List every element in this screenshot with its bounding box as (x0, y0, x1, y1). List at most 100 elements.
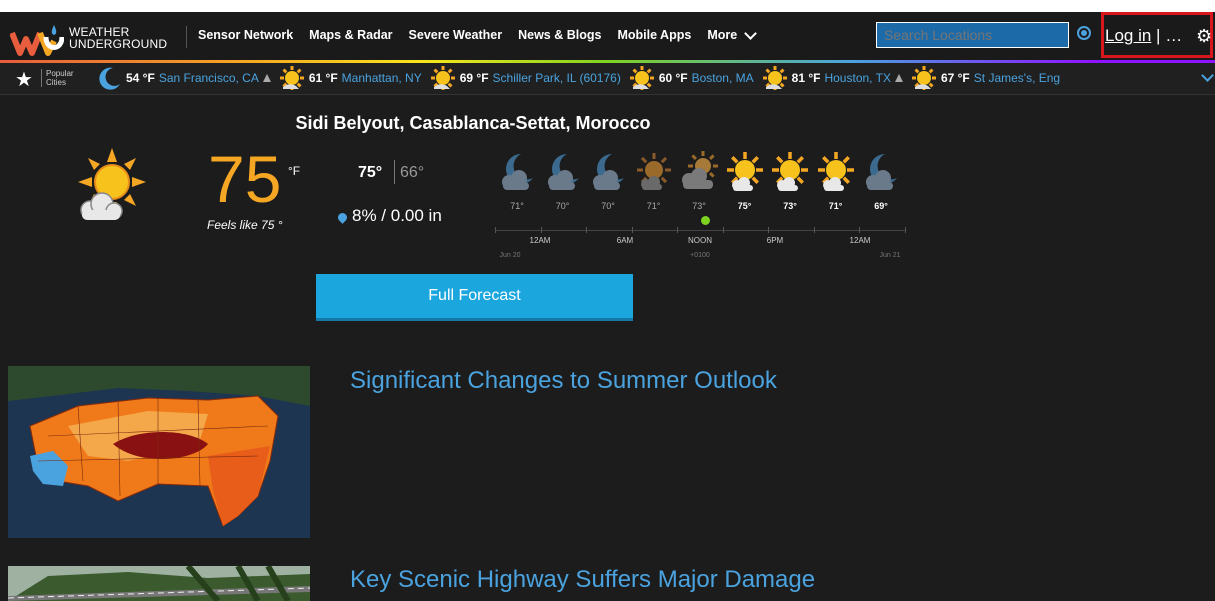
top-strip (0, 0, 1215, 12)
popular-label-line2: Cities (46, 78, 67, 87)
temperature-unit: °F (288, 164, 301, 178)
city-temp: 81 °F (791, 71, 821, 85)
account-separator: | … (1151, 26, 1183, 45)
partly-cloudy-sun-icon (78, 148, 146, 220)
locate-icon[interactable] (1077, 26, 1091, 40)
feels-like: Feels like 75 ° (207, 218, 283, 232)
city-item[interactable]: 69 °F Schiller Park, IL (60176) (430, 65, 621, 91)
main-nav: Sensor Network Maps & Radar Severe Weath… (198, 26, 771, 42)
timeline-tick (495, 227, 496, 233)
hour-temperature: 75° (737, 201, 752, 211)
sun-icon (762, 66, 787, 90)
city-name[interactable]: Schiller Park, IL (60176) (493, 71, 621, 85)
triangle-icon (262, 74, 271, 82)
city-item[interactable]: 54 °F San Francisco, CA (96, 65, 271, 91)
full-forecast-button[interactable]: Full Forecast (316, 274, 633, 318)
sun-dim-icon (636, 153, 671, 190)
location-title: Sidi Belyout, Casablanca-Settat, Morocco (295, 113, 651, 133)
gear-icon[interactable]: ⚙ (1196, 26, 1212, 47)
nav-more-menu[interactable]: More (707, 26, 758, 42)
city-list: 54 °F San Francisco, CA 61 °F Manhattan, NY… (96, 65, 1068, 91)
city-temp: 54 °F (126, 71, 155, 85)
city-item[interactable]: 81 °F Houston, TX (762, 65, 903, 91)
timeline-tick (540, 227, 542, 233)
sun-icon (726, 152, 763, 191)
sun-icon (772, 152, 808, 191)
timeline-tick (722, 227, 724, 233)
moon-cloud-icon (593, 154, 624, 190)
city-temp: 61 °F (308, 71, 338, 85)
sun-icon (911, 66, 936, 90)
city-name[interactable]: St James's, Eng (974, 71, 1060, 85)
chevron-down-icon[interactable] (1201, 69, 1214, 82)
city-name[interactable]: San Francisco, CA (159, 71, 259, 85)
time-label: NOON (688, 236, 712, 245)
hour-temperature: 69° (874, 201, 888, 211)
hour-temperature: 70° (555, 201, 570, 211)
sun-cloud-icon (682, 151, 718, 189)
header-divider (186, 26, 187, 48)
sun-icon (279, 66, 304, 90)
time-label: 6PM (766, 236, 784, 245)
sun-icon (430, 66, 455, 90)
article-title-summer-outlook[interactable]: Significant Changes to Summer Outlook (350, 367, 777, 395)
current-time-marker (701, 216, 710, 225)
hour-temperature: 73° (783, 201, 797, 211)
precipitation: 8% / 0.00 in (352, 206, 442, 225)
timeline-tick (631, 227, 633, 233)
date-label: Jun 21 (879, 252, 901, 259)
search-input[interactable] (876, 22, 1069, 48)
sun-icon (629, 66, 654, 90)
city-temp: 69 °F (459, 71, 489, 85)
city-item[interactable]: 67 °F St James's, Eng (911, 65, 1060, 91)
time-label: 6AM (616, 236, 634, 245)
account-links: Log in | … (1105, 26, 1182, 46)
article-image-highway[interactable] (8, 566, 310, 601)
timeline-axis (495, 230, 905, 231)
nav-maps-radar[interactable]: Maps & Radar (309, 28, 392, 42)
popular-cities-label: Popular Cities (41, 69, 74, 87)
city-name[interactable]: Boston, MA (692, 71, 754, 85)
popular-cities-bar: ★ Popular Cities 54 °F San Francisco, CA 6… (0, 63, 1215, 95)
timeline-tick (859, 227, 860, 233)
city-item[interactable]: 61 °F Manhattan, NY (279, 65, 422, 91)
hi-lo-divider (394, 160, 395, 184)
timeline-tick (677, 227, 678, 233)
low-temperature: 66° (400, 164, 425, 181)
city-item[interactable]: 60 °F Boston, MA (629, 65, 754, 91)
raindrop-icon (336, 211, 349, 224)
date-label: +0100 (690, 252, 710, 259)
date-label: Jun 20 (499, 252, 521, 259)
star-icon[interactable]: ★ (15, 67, 33, 92)
article-title-scenic-highway[interactable]: Key Scenic Highway Suffers Major Damage (350, 566, 815, 594)
login-link[interactable]: Log in (1105, 26, 1151, 45)
city-temp: 67 °F (940, 71, 970, 85)
hourly-strip: 71° 70° 70° 71° 73° 75° 73° 71° 69° 12AM 6AM NOON 6P… (495, 150, 906, 265)
hour-temperature: 73° (692, 201, 706, 211)
sun-icon (817, 152, 854, 191)
nav-sensor-network[interactable]: Sensor Network (198, 28, 293, 42)
brand-name[interactable]: WEATHER UNDERGROUND (69, 26, 167, 50)
nav-more-label: More (707, 28, 738, 42)
wu-logo[interactable] (10, 25, 64, 57)
time-label: 12AM (849, 236, 871, 245)
city-temp: 60 °F (658, 71, 688, 85)
city-name[interactable]: Houston, TX (824, 71, 890, 85)
timeline-tick (586, 227, 587, 233)
nav-news-blogs[interactable]: News & Blogs (518, 28, 601, 42)
chevron-down-icon (744, 26, 758, 40)
moon-cloud-icon (547, 154, 579, 190)
city-name[interactable]: Manhattan, NY (342, 71, 422, 85)
time-label: 12AM (529, 236, 551, 245)
moon-cloud-icon (502, 154, 533, 190)
nav-mobile-apps[interactable]: Mobile Apps (617, 28, 691, 42)
timeline-tick (768, 227, 769, 233)
current-temperature: 75 (208, 142, 282, 216)
brand-line2: UNDERGROUND (69, 37, 168, 51)
popular-label-line1: Popular (46, 69, 74, 78)
article-image-map[interactable] (8, 366, 310, 538)
nav-severe-weather[interactable]: Severe Weather (409, 28, 503, 42)
hour-temperature: 70° (601, 201, 615, 211)
moon-icon (99, 67, 120, 90)
triangle-icon (894, 74, 903, 82)
